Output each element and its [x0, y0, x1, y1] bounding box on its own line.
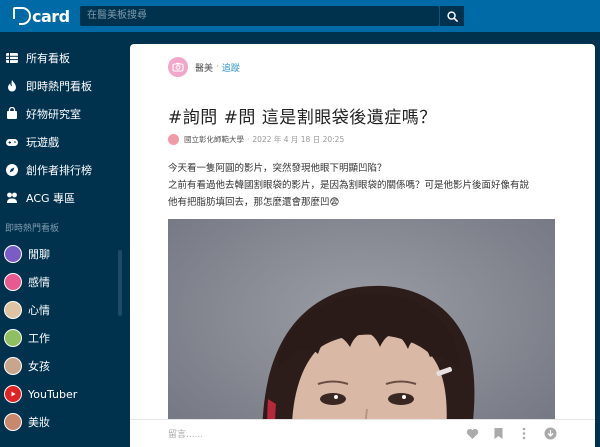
- list-icon: [5, 51, 19, 65]
- more-vertical-icon: [522, 427, 526, 440]
- search-button[interactable]: [439, 6, 464, 26]
- like-button[interactable]: [465, 427, 479, 441]
- bookmark-icon: [494, 428, 502, 439]
- sidebar-item-creator-ranking[interactable]: 創作者排行榜: [0, 156, 130, 184]
- forum-name[interactable]: 醫美: [195, 61, 213, 74]
- board-label: YouTuber: [28, 387, 78, 401]
- search-icon: [446, 10, 458, 22]
- sidebar-item-games[interactable]: 玩遊戲: [0, 128, 130, 156]
- logo-d-icon: [12, 7, 31, 26]
- sidebar-board-chat[interactable]: 閒聊: [0, 240, 130, 268]
- download-button[interactable]: [543, 427, 557, 441]
- paw-icon: [5, 191, 19, 205]
- gamepad-icon: [5, 135, 19, 149]
- sidebar-board-mood[interactable]: 心情: [0, 296, 130, 324]
- sidebar-item-label: ACG 專區: [26, 192, 76, 205]
- sidebar-board-work[interactable]: 工作: [0, 324, 130, 352]
- forum-avatar[interactable]: [168, 57, 188, 77]
- board-label: 閒聊: [28, 248, 50, 261]
- shopping-icon: [5, 107, 19, 121]
- post-body-line: 他有把脂肪填回去，那怎麼還會那麼凹😨: [168, 197, 340, 208]
- camera-icon: [172, 62, 184, 72]
- board-avatar: [4, 273, 22, 291]
- sidebar-board-youtuber[interactable]: YouTuber: [0, 380, 130, 408]
- sidebar-item-acg[interactable]: ACG 專區: [0, 184, 130, 212]
- board-avatar: [4, 413, 22, 431]
- post-date: 2022 年 4 月 18 日 20:25: [252, 135, 345, 144]
- post-photo[interactable]: [168, 219, 555, 447]
- sidebar-board-girl[interactable]: 女孩: [0, 352, 130, 380]
- sidebar-item-goods-lab[interactable]: 好物研究室: [0, 100, 130, 128]
- board-avatar: [4, 301, 22, 319]
- sidebar-item-label: 好物研究室: [26, 108, 81, 121]
- hot-boards-section-label: 即時熱門看板: [5, 224, 60, 234]
- bookmark-button[interactable]: [491, 427, 505, 441]
- comment-input[interactable]: 留言......: [168, 427, 465, 440]
- board-avatar: [4, 329, 22, 347]
- sidebar-board-makeup[interactable]: 美妝: [0, 408, 130, 436]
- action-bar: 留言......: [130, 419, 595, 447]
- author-school: 國立彰化師範大學: [184, 135, 244, 144]
- forum-row: 醫美 · 追蹤: [168, 57, 240, 77]
- post-body-line: 今天看一隻阿圓的影片，突然發現他眼下明顯凹陷？: [168, 163, 387, 174]
- logo-text: card: [32, 6, 70, 26]
- flame-icon: [5, 79, 19, 93]
- author-avatar: [168, 134, 179, 145]
- portrait-illustration: [168, 219, 555, 447]
- post-title: #詢問 #問 這是割眼袋後遺症嗎？: [168, 108, 437, 128]
- board-label: 感情: [28, 276, 50, 289]
- top-bar: card 在醫美板搜尋: [0, 0, 600, 32]
- compass-icon: [5, 163, 19, 177]
- sidebar-item-hot-boards[interactable]: 即時熱門看板: [0, 72, 130, 100]
- sidebar-item-label: 即時熱門看板: [26, 80, 92, 93]
- sidebar-board-relationship[interactable]: 感情: [0, 268, 130, 296]
- separator-dot: ·: [247, 135, 250, 144]
- sidebar-item-all-boards[interactable]: 所有看板: [0, 44, 130, 72]
- post-body-line: 之前有看過他去韓國割眼袋的影片，是因為割眼袋的關係嗎？可是他影片後面好像有說: [168, 180, 530, 191]
- follow-button[interactable]: 追蹤: [222, 61, 240, 74]
- board-avatar: [4, 245, 22, 263]
- sidebar-scrollbar[interactable]: [118, 250, 122, 316]
- heart-icon: [466, 428, 478, 439]
- dcard-logo[interactable]: card: [12, 6, 70, 26]
- sidebar: 所有看板 即時熱門看板 好物研究室 玩遊戲 創作者排行榜 ACG 專區 即時熱門…: [0, 32, 130, 447]
- sidebar-item-label: 玩遊戲: [26, 136, 59, 149]
- post-body: 今天看一隻阿圓的影片，突然發現他眼下明顯凹陷？ 之前有看過他去韓國割眼袋的影片，…: [168, 160, 568, 211]
- search-input[interactable]: 在醫美板搜尋: [80, 6, 439, 26]
- post-card: 醫美 · 追蹤 #詢問 #問 這是割眼袋後遺症嗎？ 國立彰化師範大學 · 202…: [130, 44, 595, 447]
- youtube-icon: [4, 385, 22, 403]
- sidebar-item-label: 創作者排行榜: [26, 164, 92, 177]
- download-icon: [544, 427, 556, 440]
- board-label: 美妝: [28, 416, 50, 429]
- separator-dot: ·: [216, 62, 219, 72]
- sidebar-item-label: 所有看板: [26, 52, 70, 65]
- board-label: 工作: [28, 332, 50, 345]
- board-label: 女孩: [28, 360, 50, 373]
- post-meta: 國立彰化師範大學 · 2022 年 4 月 18 日 20:25: [168, 134, 344, 145]
- board-avatar: [4, 357, 22, 375]
- more-button[interactable]: [517, 427, 531, 441]
- board-label: 心情: [28, 304, 50, 317]
